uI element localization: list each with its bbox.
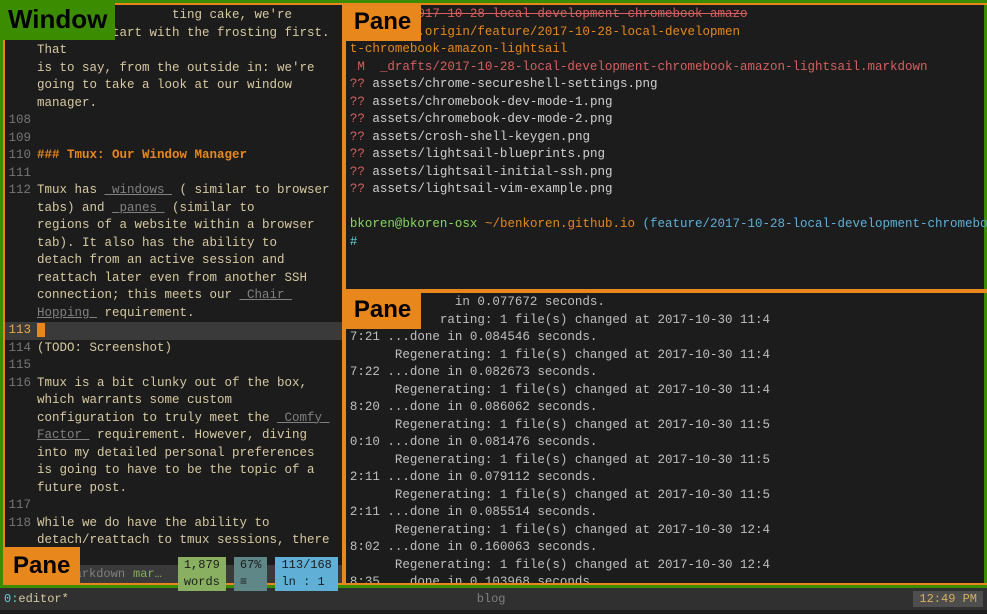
jekyll-output: in 0.077672 seconds. rating: 1 file(s) c… xyxy=(350,294,987,585)
pane-badge: Pane xyxy=(344,3,421,41)
status-position: 113/168 ln : 1 xyxy=(275,557,337,591)
tmux-window-name[interactable]: editor* xyxy=(18,591,68,608)
git-output: XXXXXXXXX017-10-28-local-development-chr… xyxy=(350,6,987,251)
tmux-window: Window ting cake, we're going to start w… xyxy=(0,0,987,588)
status-filetype: mar… xyxy=(133,566,162,583)
tmux-session[interactable]: 0: xyxy=(4,591,18,608)
vim-buffer[interactable]: ting cake, we're going to start with the… xyxy=(5,5,342,565)
pane-badge: Pane xyxy=(3,547,80,585)
right-column: Pane XXXXXXXXX017-10-28-local-developmen… xyxy=(344,3,987,585)
tmux-statusbar[interactable]: 0: editor* blog 12:49 PM xyxy=(0,588,987,610)
status-percent: 67% ≡ xyxy=(234,557,268,591)
pane-git-shell[interactable]: Pane XXXXXXXXX017-10-28-local-developmen… xyxy=(344,3,987,291)
pane-jekyll-log[interactable]: Pane in 0.077672 seconds. rating: 1 file… xyxy=(344,291,987,585)
status-words: 1,879 words xyxy=(178,557,226,591)
pane-editor[interactable]: ting cake, we're going to start with the… xyxy=(3,3,344,585)
window-badge: Window xyxy=(0,0,115,40)
tmux-title: blog xyxy=(69,591,914,608)
tmux-clock: 12:49 PM xyxy=(913,591,983,608)
pane-badge: Pane xyxy=(344,291,421,329)
